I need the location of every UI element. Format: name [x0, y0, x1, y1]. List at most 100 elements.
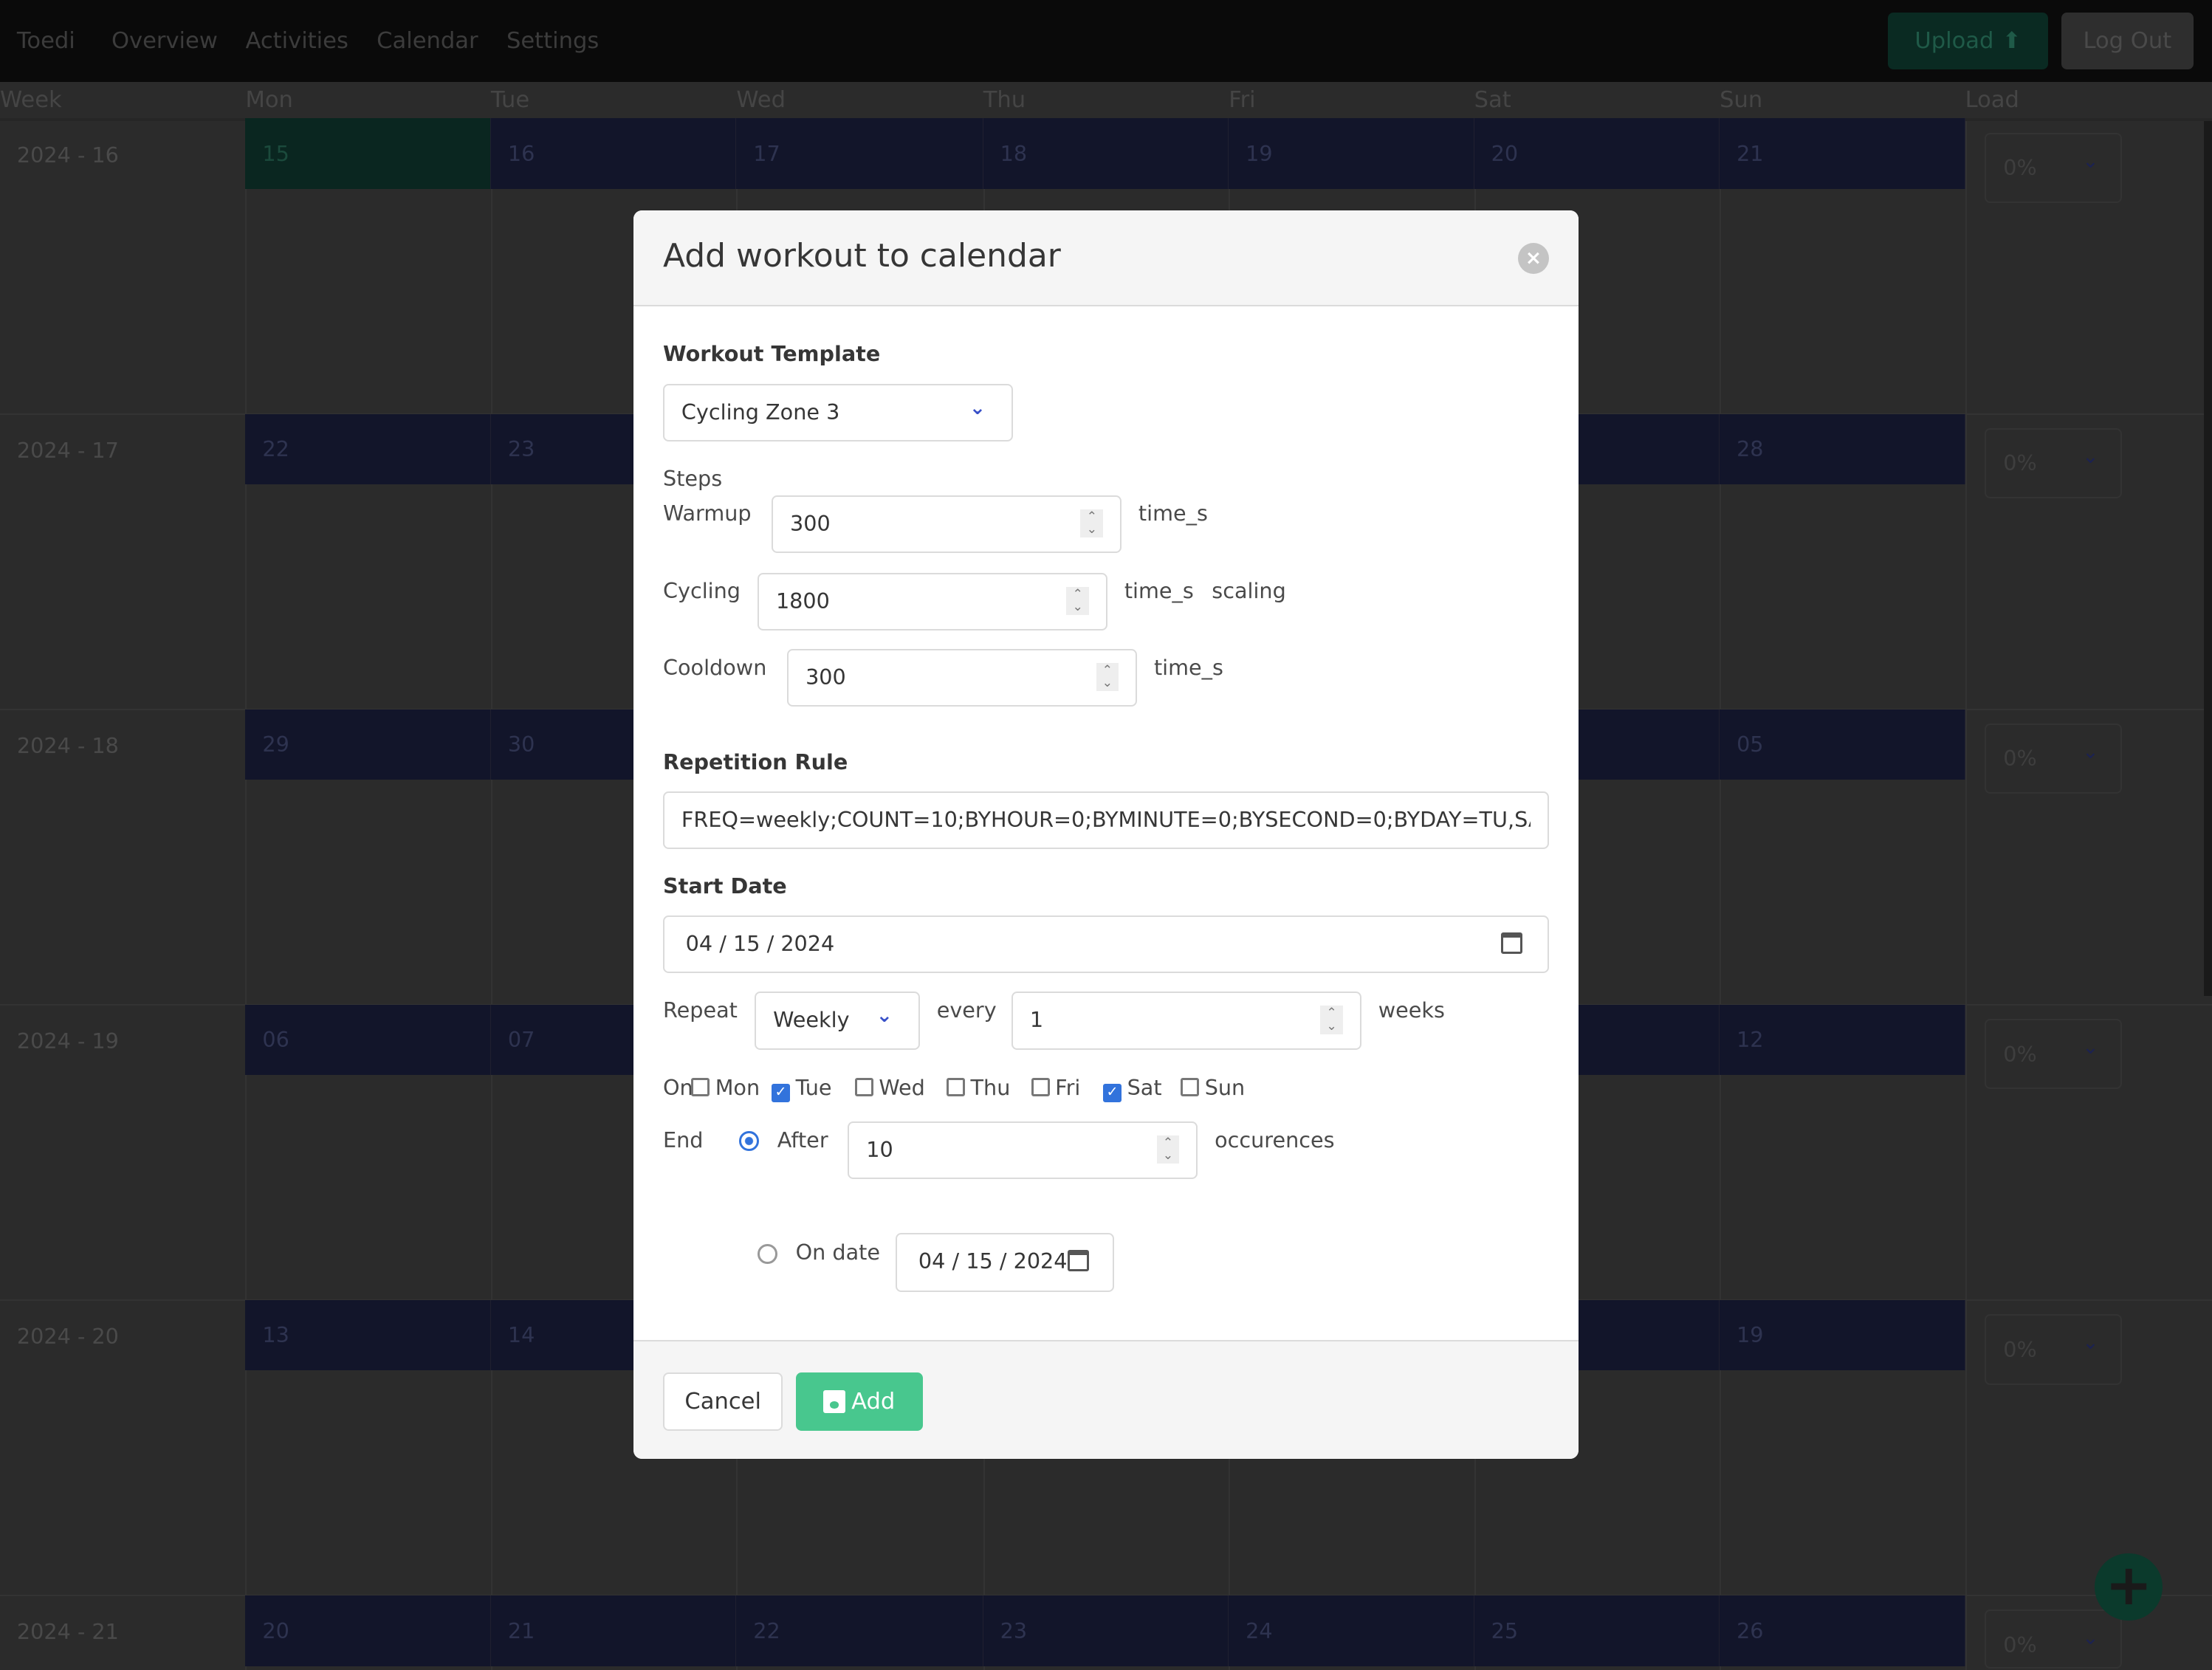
cycling-input[interactable]: 1800 ⌃ ⌄: [758, 572, 1107, 631]
load-value: 0%: [2003, 746, 2037, 772]
checkbox-icon[interactable]: [691, 1078, 710, 1096]
warmup-label: Warmup: [663, 501, 752, 526]
day-cell[interactable]: 19: [1720, 1299, 1965, 1371]
nav-settings[interactable]: Settings: [506, 28, 599, 54]
add-button[interactable]: Add: [795, 1372, 923, 1431]
day-cell[interactable]: 06: [245, 1004, 491, 1076]
upload-button[interactable]: Upload ⬆: [1887, 13, 2049, 69]
end-ondate-radio[interactable]: [758, 1244, 777, 1264]
steps-label: Steps: [663, 465, 723, 491]
day-number: 25: [1491, 1618, 1519, 1643]
column-divider: [490, 121, 492, 1670]
day-checkbox-sun[interactable]: Sun: [1181, 1075, 1245, 1100]
day-cell[interactable]: 20: [1474, 118, 1720, 190]
checkbox-icon[interactable]: [1181, 1078, 1200, 1096]
warmup-unit: time_s: [1138, 501, 1208, 526]
template-value: Cycling Zone 3: [681, 399, 840, 425]
every-input[interactable]: 1 ⌃ ⌄: [1011, 992, 1361, 1050]
day-cell[interactable]: 22: [736, 1595, 983, 1666]
day-checkbox-sat[interactable]: ✓ Sat: [1103, 1074, 1162, 1102]
upload-label: Upload: [1914, 27, 1994, 54]
day-cell[interactable]: 28: [1720, 413, 1965, 485]
scrollbar[interactable]: [2203, 121, 2212, 996]
day-cell[interactable]: 17: [736, 118, 983, 190]
nav-overview[interactable]: Overview: [111, 28, 218, 54]
end-after-radio[interactable]: [739, 1131, 759, 1152]
load-select[interactable]: 0% ⌄: [1985, 723, 2122, 794]
day-cell[interactable]: 23: [983, 1595, 1229, 1666]
checkbox-icon[interactable]: ✓: [1103, 1083, 1122, 1102]
repetition-rule-input[interactable]: FREQ=weekly;COUNT=10;BYHOUR=0;BYMINUTE=0…: [663, 791, 1549, 850]
load-value: 0%: [2003, 450, 2037, 476]
day-cell[interactable]: 24: [1229, 1595, 1474, 1666]
day-cell[interactable]: 25: [1474, 1595, 1720, 1666]
day-number: 19: [1737, 1322, 1764, 1348]
stepper-icon[interactable]: ⌃ ⌄: [1156, 1135, 1180, 1164]
calendar-icon[interactable]: [1501, 932, 1522, 954]
column-header-load: Load: [1965, 87, 2019, 114]
day-number: 22: [262, 436, 289, 462]
load-select[interactable]: 0% ⌄: [1985, 1609, 2122, 1669]
load-select[interactable]: 0% ⌄: [1985, 427, 2122, 499]
checkbox-icon[interactable]: [854, 1078, 873, 1096]
stepper-icon[interactable]: ⌃ ⌄: [1066, 586, 1089, 616]
checkbox-icon[interactable]: ✓: [772, 1083, 790, 1102]
close-icon[interactable]: ×: [1517, 242, 1549, 274]
day-cell[interactable]: 21: [490, 1595, 737, 1666]
day-cell[interactable]: 19: [1229, 118, 1474, 190]
day-cell[interactable]: 05: [1720, 709, 1965, 780]
day-checkbox-mon[interactable]: Mon: [691, 1075, 760, 1100]
day-checkbox-thu[interactable]: Thu: [947, 1075, 1010, 1100]
repeat-select[interactable]: Weekly ⌄: [755, 992, 920, 1050]
stepper-icon[interactable]: ⌃ ⌄: [1080, 509, 1104, 538]
load-select[interactable]: 0% ⌄: [1985, 132, 2122, 204]
day-cell[interactable]: 16: [490, 118, 737, 190]
load-select[interactable]: 0% ⌄: [1985, 1018, 2122, 1090]
logout-button[interactable]: Log Out: [2061, 13, 2194, 69]
cancel-button[interactable]: Cancel: [663, 1372, 783, 1431]
checkbox-icon[interactable]: [1031, 1078, 1050, 1096]
day-checkbox-fri[interactable]: Fri: [1031, 1075, 1080, 1100]
start-date-input[interactable]: 04 / 15 / 2024: [663, 915, 1549, 974]
cooldown-label: Cooldown: [663, 654, 767, 680]
chevron-down-icon: ⌄: [2082, 444, 2099, 468]
cooldown-input[interactable]: 300 ⌃ ⌄: [787, 648, 1137, 707]
add-fab-button[interactable]: +: [2095, 1553, 2163, 1621]
weeks-label: weeks: [1378, 997, 1445, 1023]
stepper-icon[interactable]: ⌃ ⌄: [1320, 1006, 1343, 1034]
day-number: 30: [507, 732, 535, 757]
end-date-input[interactable]: 04 / 15 / 2024: [896, 1232, 1115, 1293]
week-label: 2024 - 16: [16, 142, 119, 168]
checkbox-icon[interactable]: [947, 1078, 965, 1096]
day-cell[interactable]: 26: [1720, 1595, 1965, 1666]
logout-label: Log Out: [2083, 27, 2172, 54]
after-value: 10: [866, 1137, 893, 1163]
day-label: Sat: [1127, 1074, 1162, 1100]
day-cell[interactable]: 21: [1720, 118, 1965, 190]
stepper-icon[interactable]: ⌃ ⌄: [1096, 663, 1119, 692]
calendar-icon[interactable]: [1068, 1249, 1090, 1271]
chevron-down-icon: ⌄: [876, 1004, 893, 1028]
day-cell[interactable]: 12: [1720, 1004, 1965, 1076]
warmup-input[interactable]: 300 ⌃ ⌄: [772, 495, 1122, 553]
start-date-value: 04 / 15 / 2024: [685, 931, 835, 957]
day-checkbox-wed[interactable]: Wed: [854, 1075, 925, 1100]
day-cell[interactable]: 22: [245, 413, 491, 485]
day-cell[interactable]: 18: [983, 118, 1229, 190]
day-cell[interactable]: 13: [245, 1299, 491, 1371]
after-count-input[interactable]: 10 ⌃ ⌄: [848, 1121, 1198, 1180]
cooldown-unit: time_s: [1153, 654, 1223, 680]
day-number: 28: [1737, 436, 1764, 462]
day-cell[interactable]: 29: [245, 709, 491, 780]
workout-template-select[interactable]: Cycling Zone 3 ⌄: [663, 383, 1013, 442]
nav-calendar[interactable]: Calendar: [377, 28, 478, 54]
repeat-value: Weekly: [773, 1007, 850, 1033]
brand-link[interactable]: Toedi: [17, 28, 75, 54]
load-select[interactable]: 0% ⌄: [1985, 1314, 2122, 1385]
day-number: 12: [1737, 1027, 1764, 1053]
nav-activities[interactable]: Activities: [245, 28, 348, 54]
day-checkbox-tue[interactable]: ✓ Tue: [772, 1075, 832, 1102]
warmup-value: 300: [790, 510, 831, 536]
day-cell[interactable]: 15: [245, 118, 491, 190]
day-cell[interactable]: 20: [245, 1595, 491, 1666]
